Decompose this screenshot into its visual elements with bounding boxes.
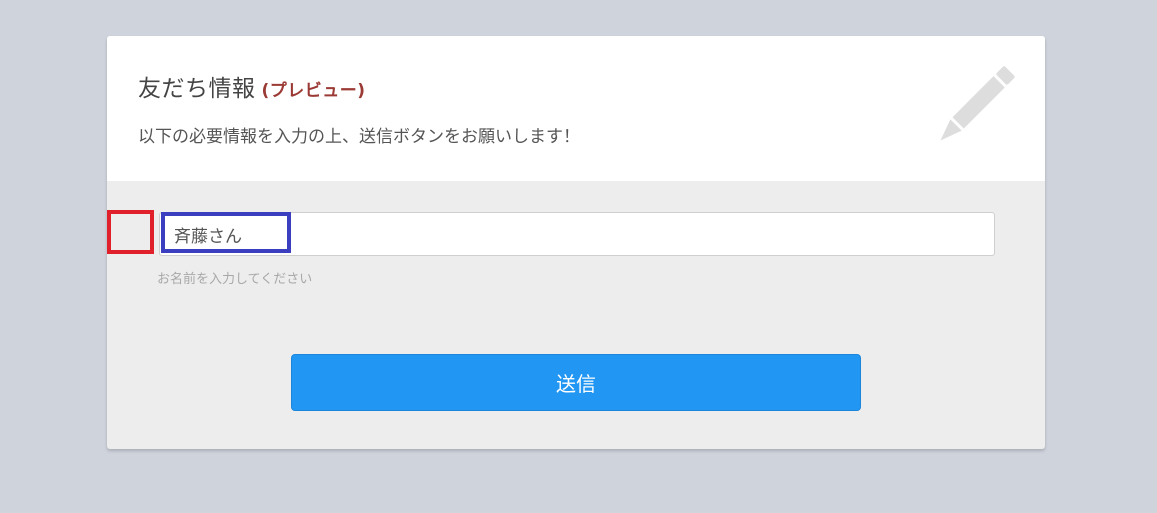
submit-button[interactable]: 送信 — [291, 354, 861, 411]
required-marker-slot — [107, 210, 154, 254]
name-input-hint: お名前を入力してください — [157, 272, 313, 287]
title-text: 友だち情報 — [138, 76, 256, 102]
preview-badge: (プレビュー) — [261, 81, 366, 101]
form-header: 友だち情報 (プレビュー) 以下の必要情報を入力の上、送信ボタンをお願いします！ — [107, 36, 1045, 181]
friend-info-form-card: 友だち情報 (プレビュー) 以下の必要情報を入力の上、送信ボタンをお願いします！ … — [107, 36, 1045, 449]
form-body: お名前を入力してください 送信 — [107, 181, 1045, 449]
form-instructions: 以下の必要情報を入力の上、送信ボタンをお願いします！ — [138, 127, 580, 147]
name-input[interactable] — [159, 212, 995, 256]
page-title: 友だち情報 (プレビュー) — [138, 69, 366, 103]
pencil-icon — [940, 66, 1015, 141]
